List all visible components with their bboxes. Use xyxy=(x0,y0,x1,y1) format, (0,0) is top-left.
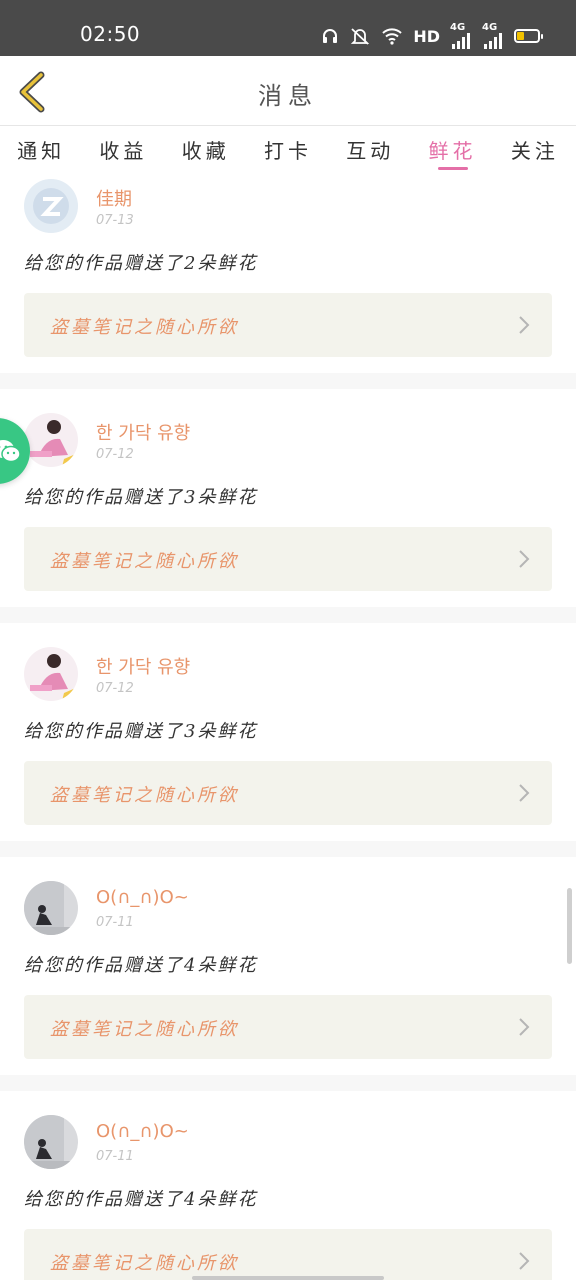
mute-icon xyxy=(349,27,371,45)
message-text: 给您的作品赠送了3朵鲜花 xyxy=(24,487,258,508)
avatar[interactable] xyxy=(24,647,78,701)
list-item: O(∩_∩)O~ 07-11 给您的作品赠送了4朵鲜花 盗墓笔记之随心所欲 xyxy=(0,857,576,1075)
work-link[interactable]: 盗墓笔记之随心所欲 xyxy=(24,527,552,591)
sender-name[interactable]: 한 가닥 유향 xyxy=(96,653,190,679)
avatar[interactable] xyxy=(24,179,78,233)
battery-level xyxy=(517,32,524,40)
work-link[interactable]: 盗墓笔记之随心所欲 xyxy=(24,293,552,357)
work-title: 盗墓笔记之随心所欲 xyxy=(50,785,239,806)
sender-name[interactable]: O(∩_∩)O~ xyxy=(96,1121,189,1142)
message-date: 07-12 xyxy=(96,447,134,462)
tab-notifications[interactable]: 通知 xyxy=(0,127,82,175)
battery-icon xyxy=(514,29,543,43)
list-item: 한 가닥 유향 07-12 给您的作品赠送了3朵鲜花 盗墓笔记之随心所欲 xyxy=(0,389,576,607)
work-link[interactable]: 盗墓笔记之随心所欲 xyxy=(24,995,552,1059)
message-date: 07-11 xyxy=(96,915,134,930)
work-title: 盗墓笔记之随心所欲 xyxy=(50,317,239,338)
work-link[interactable]: 盗墓笔记之随心所欲 xyxy=(24,1229,552,1280)
list-item: O(∩_∩)O~ 07-11 给您的作品赠送了4朵鲜花 盗墓笔记之随心所欲 xyxy=(0,1091,576,1280)
tab-bar: 通知 收益 收藏 打卡 互动 鲜花 关注 xyxy=(0,127,576,175)
hd-label: HD xyxy=(413,26,440,46)
message-date: 07-11 xyxy=(96,1149,134,1164)
chevron-right-icon xyxy=(519,784,530,802)
status-icons: HD 4G 4G xyxy=(321,23,543,49)
message-text: 给您的作品赠送了4朵鲜花 xyxy=(24,1189,258,1210)
sender-name[interactable]: 한 가닥 유향 xyxy=(96,419,190,445)
sender-name[interactable]: 佳期 xyxy=(96,185,132,211)
list-item: 佳期 07-13 给您的作品赠送了2朵鲜花 盗墓笔记之随心所欲 xyxy=(0,175,576,373)
tab-flowers[interactable]: 鲜花 xyxy=(411,127,493,175)
work-link[interactable]: 盗墓笔记之随心所欲 xyxy=(24,761,552,825)
tab-checkin[interactable]: 打卡 xyxy=(247,127,329,175)
app-header: 消息 xyxy=(0,56,576,126)
network-type-label: 4G xyxy=(450,22,466,33)
message-text: 给您的作品赠送了3朵鲜花 xyxy=(24,721,258,742)
sender-name[interactable]: O(∩_∩)O~ xyxy=(96,887,189,908)
message-list[interactable]: 佳期 07-13 给您的作品赠送了2朵鲜花 盗墓笔记之随心所欲 한 가닥 유향 … xyxy=(0,175,576,1280)
status-time: 02:50 xyxy=(80,22,141,46)
chevron-right-icon xyxy=(519,550,530,568)
avatar[interactable] xyxy=(24,413,78,467)
scrollbar[interactable] xyxy=(567,888,572,964)
signal-icon: 4G xyxy=(450,23,472,49)
work-title: 盗墓笔记之随心所欲 xyxy=(50,551,239,572)
message-date: 07-13 xyxy=(96,213,134,228)
home-indicator[interactable] xyxy=(192,1276,384,1280)
tab-earnings[interactable]: 收益 xyxy=(82,127,164,175)
work-title: 盗墓笔记之随心所欲 xyxy=(50,1019,239,1040)
status-bar: 02:50 HD 4G 4G xyxy=(0,0,576,56)
avatar[interactable] xyxy=(24,881,78,935)
chevron-right-icon xyxy=(519,316,530,334)
avatar[interactable] xyxy=(24,1115,78,1169)
wechat-icon xyxy=(0,440,21,463)
network-type-label: 4G xyxy=(482,22,498,33)
wifi-icon xyxy=(381,27,403,45)
tab-favorites[interactable]: 收藏 xyxy=(165,127,247,175)
chevron-right-icon xyxy=(519,1018,530,1036)
message-text: 给您的作品赠送了4朵鲜花 xyxy=(24,955,258,976)
message-date: 07-12 xyxy=(96,681,134,696)
signal-icon: 4G xyxy=(482,23,504,49)
list-item: 한 가닥 유향 07-12 给您的作品赠送了3朵鲜花 盗墓笔记之随心所欲 xyxy=(0,623,576,841)
message-text: 给您的作品赠送了2朵鲜花 xyxy=(24,253,258,274)
tab-interactions[interactable]: 互动 xyxy=(329,127,411,175)
tab-following[interactable]: 关注 xyxy=(494,127,576,175)
page-title: 消息 xyxy=(258,82,318,110)
chevron-right-icon xyxy=(519,1252,530,1270)
headphones-icon xyxy=(321,27,339,45)
work-title: 盗墓笔记之随心所欲 xyxy=(50,1253,239,1274)
